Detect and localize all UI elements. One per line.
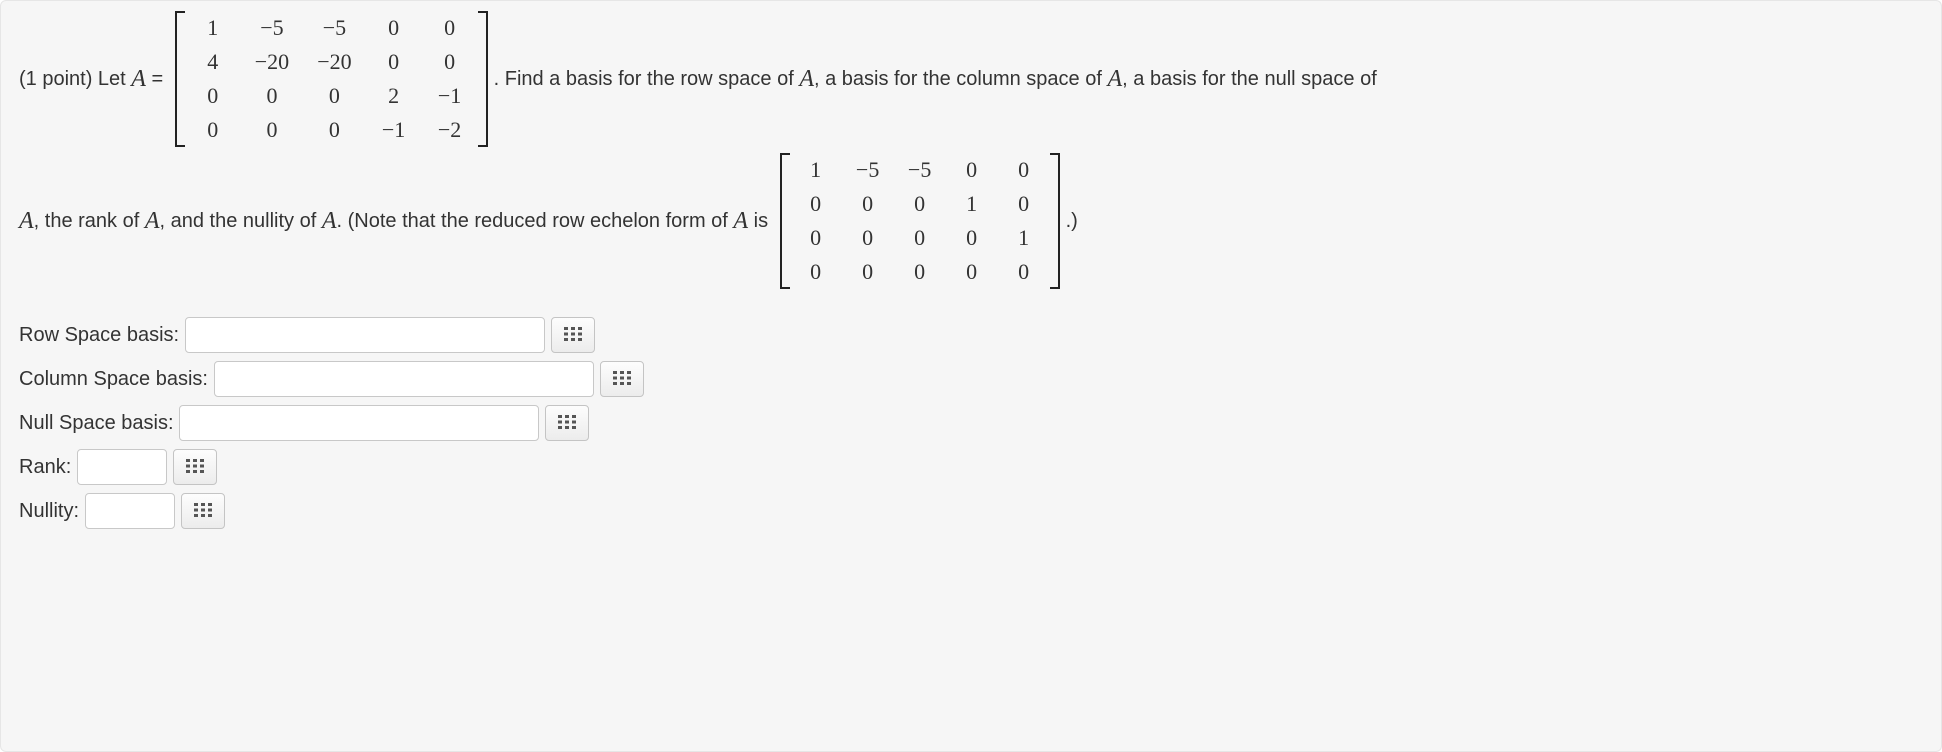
table-cell: 0 — [366, 45, 422, 79]
text-l2-mid: , and the nullity of — [160, 210, 322, 233]
matrix-a-table: 1 −5 −5 0 0 4 −20 −20 0 0 0 0 0 2 — [185, 11, 478, 147]
rank-label: Rank: — [19, 456, 77, 479]
rank-input[interactable] — [77, 449, 167, 485]
table-cell: 4 — [185, 45, 241, 79]
table-cell: 0 — [366, 11, 422, 45]
keypad-icon — [194, 503, 212, 520]
table-cell: −2 — [422, 113, 478, 147]
table-cell: 2 — [366, 79, 422, 113]
text-after-matrix: . Find a basis for the row space of — [494, 68, 800, 91]
problem-line-2: A , the rank of A , and the nullity of A… — [19, 153, 1923, 289]
text-l2-end: .) — [1066, 210, 1078, 233]
table-cell: 0 — [946, 153, 998, 187]
text-l2-pre: , the rank of — [34, 210, 145, 233]
table-cell: 0 — [894, 255, 946, 289]
table-cell: −5 — [241, 11, 303, 45]
table-cell: 0 — [303, 113, 365, 147]
equation-editor-button[interactable] — [173, 449, 217, 485]
equation-editor-button[interactable] — [551, 317, 595, 353]
text-l2-is: is — [748, 210, 774, 233]
var-a-7: A — [733, 208, 748, 235]
table-cell: 0 — [998, 255, 1050, 289]
table-cell: −1 — [422, 79, 478, 113]
table-cell: 0 — [241, 79, 303, 113]
table-cell: 1 — [185, 11, 241, 45]
table-cell: 1 — [946, 187, 998, 221]
equation-editor-button[interactable] — [181, 493, 225, 529]
null-space-row: Null Space basis: — [19, 405, 1923, 441]
points-prefix: (1 point) Let — [19, 68, 131, 91]
row-space-input[interactable] — [185, 317, 545, 353]
table-cell: −5 — [303, 11, 365, 45]
nullity-row: Nullity: — [19, 493, 1923, 529]
problem-line-1: (1 point) Let A = 1 −5 −5 0 0 4 −20 −20 … — [19, 11, 1923, 147]
column-space-input[interactable] — [214, 361, 594, 397]
table-cell: 0 — [422, 45, 478, 79]
equation-editor-button[interactable] — [600, 361, 644, 397]
var-a-1: A — [131, 66, 146, 93]
var-a-5: A — [145, 208, 160, 235]
nullity-input[interactable] — [85, 493, 175, 529]
table-cell: −20 — [241, 45, 303, 79]
matrix-rref-table: 1 −5 −5 0 0 0 0 0 1 0 0 0 0 0 — [790, 153, 1050, 289]
equals: = — [146, 68, 169, 91]
text-mid2: , a basis for the null space of — [1122, 68, 1377, 91]
equation-editor-button[interactable] — [545, 405, 589, 441]
table-cell: 0 — [241, 113, 303, 147]
column-space-row: Column Space basis: — [19, 361, 1923, 397]
table-cell: 0 — [185, 113, 241, 147]
table-cell: 1 — [790, 153, 842, 187]
nullity-label: Nullity: — [19, 500, 85, 523]
var-a-2: A — [799, 66, 814, 93]
answers-block: Row Space basis: Column Space basis: — [19, 317, 1923, 529]
null-space-input[interactable] — [179, 405, 539, 441]
column-space-label: Column Space basis: — [19, 368, 214, 391]
null-space-label: Null Space basis: — [19, 412, 179, 435]
table-cell: −5 — [842, 153, 894, 187]
table-cell: 0 — [790, 187, 842, 221]
table-cell: 0 — [790, 221, 842, 255]
matrix-a: 1 −5 −5 0 0 4 −20 −20 0 0 0 0 0 2 — [175, 11, 488, 147]
keypad-icon — [564, 327, 582, 344]
table-cell: 0 — [842, 221, 894, 255]
matrix-rref: 1 −5 −5 0 0 0 0 0 1 0 0 0 0 0 — [780, 153, 1060, 289]
table-cell: 0 — [998, 153, 1050, 187]
keypad-icon — [613, 371, 631, 388]
table-cell: −20 — [303, 45, 365, 79]
var-a-4: A — [19, 208, 34, 235]
text-mid1: , a basis for the column space of — [814, 68, 1108, 91]
table-cell: 0 — [790, 255, 842, 289]
rank-row: Rank: — [19, 449, 1923, 485]
text-l2-note: . (Note that the reduced row echelon for… — [337, 210, 734, 233]
table-cell: 1 — [998, 221, 1050, 255]
table-cell: 0 — [185, 79, 241, 113]
table-cell: 0 — [894, 187, 946, 221]
var-a-6: A — [322, 208, 337, 235]
row-space-label: Row Space basis: — [19, 324, 185, 347]
keypad-icon — [186, 459, 204, 476]
table-cell: 0 — [422, 11, 478, 45]
keypad-icon — [558, 415, 576, 432]
table-cell: 0 — [946, 255, 998, 289]
question-panel: (1 point) Let A = 1 −5 −5 0 0 4 −20 −20 … — [0, 0, 1942, 752]
table-cell: −5 — [894, 153, 946, 187]
table-cell: 0 — [303, 79, 365, 113]
table-cell: 0 — [842, 187, 894, 221]
table-cell: 0 — [894, 221, 946, 255]
var-a-3: A — [1107, 66, 1122, 93]
row-space-row: Row Space basis: — [19, 317, 1923, 353]
table-cell: 0 — [946, 221, 998, 255]
table-cell: 0 — [998, 187, 1050, 221]
table-cell: 0 — [842, 255, 894, 289]
table-cell: −1 — [366, 113, 422, 147]
